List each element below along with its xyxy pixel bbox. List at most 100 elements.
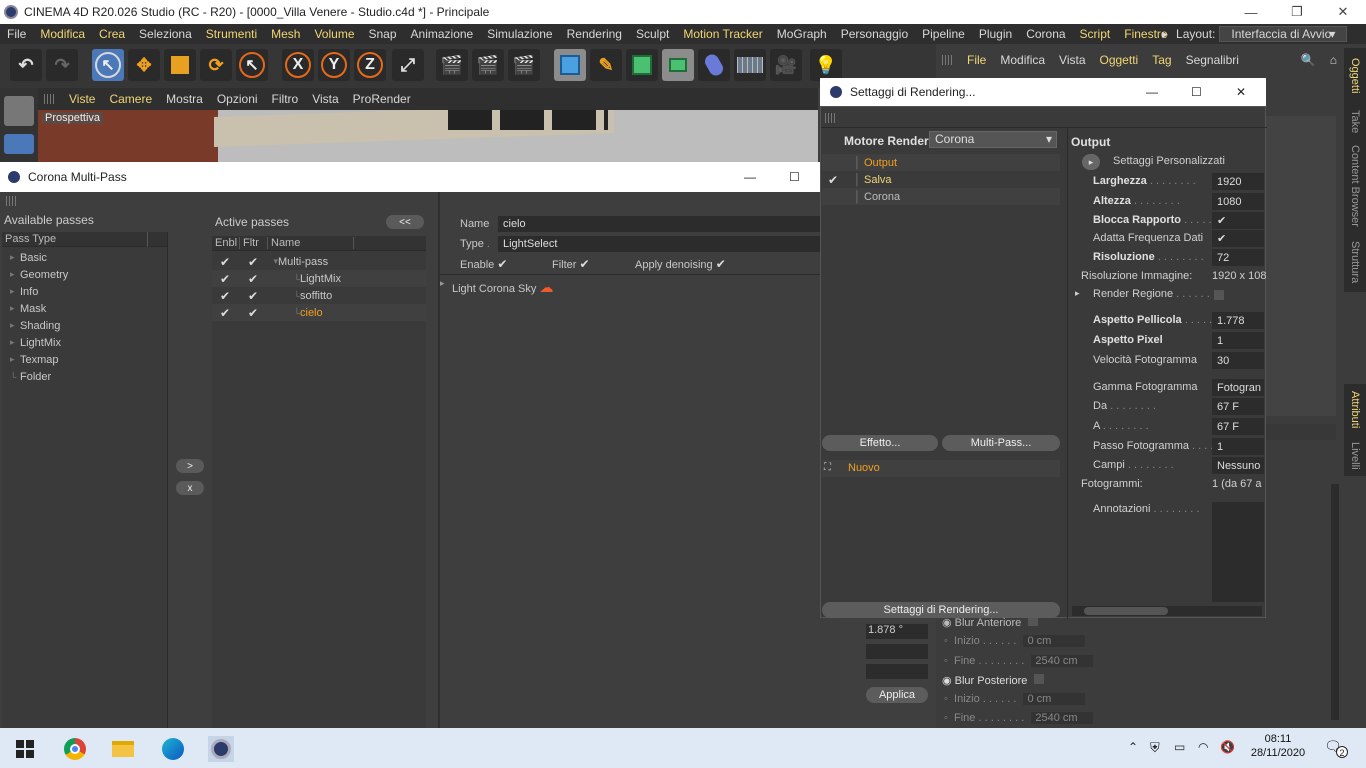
render-hscrollbar[interactable] <box>1072 606 1262 616</box>
mode-button[interactable] <box>4 96 34 126</box>
col-enbl[interactable]: Enbl <box>212 237 240 249</box>
inizio-field-1[interactable]: 0 cm <box>1023 635 1086 647</box>
objmenu-tag[interactable]: Tag <box>1145 53 1178 67</box>
add-pass-button[interactable]: > <box>176 459 204 473</box>
menu-volume[interactable]: Volume <box>307 27 361 41</box>
render-field-value[interactable]: Fotogran <box>1212 379 1264 396</box>
rotate-tool-button[interactable]: ⟳ <box>200 49 232 81</box>
preset-button[interactable]: ▸ <box>1082 154 1100 170</box>
render-field-value[interactable]: 1920 <box>1212 173 1264 190</box>
render-field-value[interactable]: 72 <box>1212 249 1264 266</box>
objmenu-oggetti[interactable]: Oggetti <box>1093 53 1146 67</box>
nuovo-item[interactable]: Nuovo <box>848 462 880 474</box>
render-field-value[interactable]: 30 <box>1212 352 1264 369</box>
menu-script[interactable]: Script <box>1073 27 1118 41</box>
render-picture-viewer-button[interactable]: 🎬 <box>472 49 504 81</box>
multipass-button[interactable]: Multi-Pass... <box>942 435 1060 451</box>
menu-simulazione[interactable]: Simulazione <box>480 27 559 41</box>
available-pass-item[interactable]: └ Folder <box>2 368 167 385</box>
viewmenu-prorender[interactable]: ProRender <box>346 92 418 106</box>
fine-field-1[interactable]: 2540 cm <box>1031 655 1094 667</box>
menu-strumenti[interactable]: Strumenti <box>199 27 264 41</box>
tab-content-browser[interactable]: Content Browser <box>1344 140 1366 232</box>
minimize-icon[interactable]: — <box>1228 0 1274 24</box>
search-icon[interactable]: 🔍 <box>1294 53 1323 67</box>
available-pass-item[interactable]: ▸ Geometry <box>2 266 167 283</box>
render-maximize-icon[interactable]: ☐ <box>1191 85 1202 99</box>
menu-mograph[interactable]: MoGraph <box>770 27 834 41</box>
field-blank-1[interactable] <box>866 644 928 659</box>
viewmenu-filtro[interactable]: Filtro <box>265 92 306 106</box>
clock[interactable]: 08:11 28/11/2020 <box>1250 733 1306 759</box>
inizio-field-2[interactable]: 0 cm <box>1023 693 1086 705</box>
security-icon[interactable]: ⛨ <box>1150 740 1160 756</box>
fltr-checkbox[interactable]: ✔ <box>240 306 268 320</box>
viewmenu-camere[interactable]: Camere <box>102 92 159 106</box>
tab-attributi[interactable]: Attributi <box>1344 384 1366 436</box>
menu-animazione[interactable]: Animazione <box>404 27 481 41</box>
menu-personaggio[interactable]: Personaggio <box>834 27 915 41</box>
tab-oggetti[interactable]: Oggetti <box>1344 48 1366 104</box>
render-minimize-icon[interactable]: — <box>1146 85 1158 99</box>
coord-system-button[interactable]: ⤢ <box>392 49 424 81</box>
y-axis-button[interactable]: Y <box>318 49 350 81</box>
menu-file[interactable]: File <box>0 27 33 41</box>
scale-tool-button[interactable] <box>164 49 196 81</box>
tab-take[interactable]: Take <box>1344 104 1366 140</box>
viewmenu-mostra[interactable]: Mostra <box>159 92 210 106</box>
available-pass-item[interactable]: ▸ Info <box>2 283 167 300</box>
effect-button[interactable]: Effetto... <box>822 435 938 451</box>
render-view-button[interactable]: 🎬 <box>436 49 468 81</box>
tab-struttura[interactable]: Struttura <box>1344 232 1366 292</box>
file-explorer-icon[interactable] <box>110 736 136 762</box>
available-pass-item[interactable]: ▸ LightMix <box>2 334 167 351</box>
viewmenu-vista[interactable]: Vista <box>305 92 345 106</box>
cinema4d-taskbar-icon[interactable] <box>208 736 234 762</box>
cloner-button[interactable] <box>662 49 694 81</box>
windows-start-icon[interactable] <box>12 736 38 762</box>
render-settings-button[interactable]: 🎬 <box>508 49 540 81</box>
active-pass-row[interactable]: ✔ ✔ └ soffitto <box>212 287 426 304</box>
available-pass-item[interactable]: ▸ Texmap <box>2 351 167 368</box>
enbl-checkbox[interactable]: ✔ <box>212 272 240 286</box>
notifications-icon[interactable]: 🗨 2 <box>1324 738 1348 758</box>
camera-button[interactable]: 🎥 <box>770 49 802 81</box>
enbl-checkbox[interactable]: ✔ <box>212 289 240 303</box>
z-axis-button[interactable]: Z <box>354 49 386 81</box>
cube-button[interactable] <box>554 49 586 81</box>
objmenu-file[interactable]: File <box>960 53 993 67</box>
fine-field-2[interactable]: 2540 cm <box>1031 712 1094 724</box>
attr-scrollbar[interactable] <box>1331 484 1339 720</box>
render-close-icon[interactable]: ✕ <box>1236 85 1246 99</box>
tab-livelli[interactable]: Livelli <box>1344 436 1366 476</box>
render-field-value[interactable]: 1 <box>1212 332 1264 349</box>
layout-dropdown[interactable]: Interfaccia di Avvio ▾ <box>1219 26 1348 42</box>
expand-arrow-icon[interactable]: ▸ <box>440 278 445 289</box>
available-pass-item[interactable]: ▸ Basic <box>2 249 167 266</box>
light-button[interactable]: 💡 <box>810 49 842 81</box>
menu-seleziona[interactable]: Seleziona <box>132 27 199 41</box>
render-field-value[interactable]: 67 F <box>1212 398 1264 415</box>
name-field[interactable]: cielo <box>498 216 842 232</box>
field-blank-2[interactable] <box>866 664 928 679</box>
home-icon[interactable]: ⌂ <box>1323 53 1344 67</box>
menu-rendering[interactable]: Rendering <box>560 27 629 41</box>
angle-field[interactable]: 1.878 ° <box>866 624 928 639</box>
active-pass-row[interactable]: ✔ ✔ ▾ Multi-pass <box>212 253 426 270</box>
multipass-minimize-icon[interactable]: — <box>744 170 756 184</box>
multipass-maximize-icon[interactable]: ☐ <box>789 170 800 184</box>
move-tool-button[interactable]: ✥ <box>128 49 160 81</box>
viewmenu-viste[interactable]: Viste <box>62 92 102 106</box>
subdivision-button[interactable] <box>626 49 658 81</box>
close-icon[interactable]: ✕ <box>1320 0 1366 24</box>
pass-type-column[interactable]: Pass Type <box>2 231 167 247</box>
menu-crea[interactable]: Crea <box>92 27 132 41</box>
menu-pipeline[interactable]: Pipeline <box>915 27 972 41</box>
tray-expand-icon[interactable]: ⌃ <box>1128 740 1138 754</box>
render-field-value[interactable]: 67 F <box>1212 418 1264 435</box>
x-axis-button[interactable]: X <box>282 49 314 81</box>
pen-tool-button[interactable]: ✎ <box>590 49 622 81</box>
active-pass-row[interactable]: ✔ ✔ └ LightMix <box>212 270 426 287</box>
fltr-checkbox[interactable]: ✔ <box>240 289 268 303</box>
deformer-button[interactable] <box>698 49 730 81</box>
